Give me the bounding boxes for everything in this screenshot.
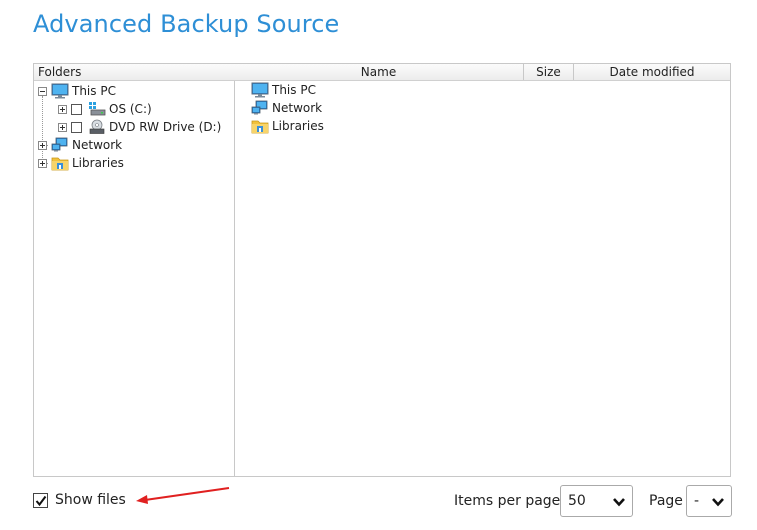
- tree-node-libraries[interactable]: Libraries: [38, 154, 124, 172]
- column-name[interactable]: Name: [234, 64, 524, 80]
- tree-label-os-c: OS (C:): [109, 102, 152, 116]
- list-header: Name Size Date modified: [234, 64, 730, 81]
- tree-node-os-c[interactable]: OS (C:): [58, 100, 152, 118]
- items-per-page-label: Items per page: [454, 493, 561, 509]
- list-item[interactable]: Network: [251, 99, 322, 117]
- chevron-down-icon: [712, 498, 724, 507]
- dvd-drive-icon: [88, 119, 106, 135]
- annotation-arrow-icon: [136, 487, 230, 504]
- collapse-icon[interactable]: [38, 86, 47, 96]
- tree-label-this-pc: This PC: [72, 84, 116, 98]
- libraries-folder-icon: [51, 155, 69, 171]
- chevron-down-icon: [613, 498, 625, 507]
- list-item[interactable]: Libraries: [251, 117, 324, 135]
- network-icon: [51, 137, 69, 153]
- page-value: -: [694, 493, 700, 509]
- list-item-name: This PC: [272, 83, 316, 97]
- expand-icon[interactable]: [58, 122, 67, 132]
- tree-label-dvd-d: DVD RW Drive (D:): [109, 120, 222, 134]
- monitor-icon: [251, 82, 269, 98]
- list-item[interactable]: This PC: [251, 81, 316, 99]
- file-list: Name Size Date modified This PC Network …: [234, 64, 730, 476]
- tree-node-network[interactable]: Network: [38, 136, 122, 154]
- show-files-checkbox[interactable]: [33, 492, 48, 508]
- column-size[interactable]: Size: [524, 64, 574, 80]
- tree-node-dvd-d[interactable]: DVD RW Drive (D:): [58, 118, 221, 136]
- windows-drive-icon: [88, 101, 106, 117]
- tree-node-this-pc[interactable]: This PC: [38, 82, 116, 100]
- file-browser: Folders This PC OS (C:) DVD RW Drive (D:…: [33, 63, 731, 477]
- expand-icon[interactable]: [58, 104, 67, 114]
- tree-label-libraries: Libraries: [72, 156, 124, 170]
- show-files-toggle[interactable]: Show files: [33, 492, 126, 508]
- expand-icon[interactable]: [38, 140, 47, 150]
- list-item-name: Network: [272, 101, 323, 115]
- footer-bar: Show files Items per page 50 Page -: [33, 484, 732, 518]
- libraries-folder-icon: [251, 118, 269, 134]
- items-per-page-value: 50: [568, 493, 586, 509]
- column-date-modified[interactable]: Date modified: [574, 64, 730, 80]
- show-files-label: Show files: [55, 492, 126, 508]
- expand-icon[interactable]: [38, 158, 47, 168]
- dvd-d-checkbox[interactable]: [71, 121, 82, 133]
- page-select[interactable]: -: [686, 485, 732, 517]
- page-title: Advanced Backup Source: [33, 10, 340, 38]
- page-label: Page: [649, 493, 683, 509]
- folders-header: Folders: [34, 64, 234, 81]
- monitor-icon: [51, 83, 69, 99]
- network-icon: [251, 100, 269, 116]
- list-item-name: Libraries: [272, 119, 324, 133]
- tree-label-network: Network: [72, 138, 123, 152]
- os-c-checkbox[interactable]: [71, 103, 82, 115]
- items-per-page-select[interactable]: 50: [560, 485, 633, 517]
- folder-tree: Folders This PC OS (C:) DVD RW Drive (D:…: [34, 64, 235, 476]
